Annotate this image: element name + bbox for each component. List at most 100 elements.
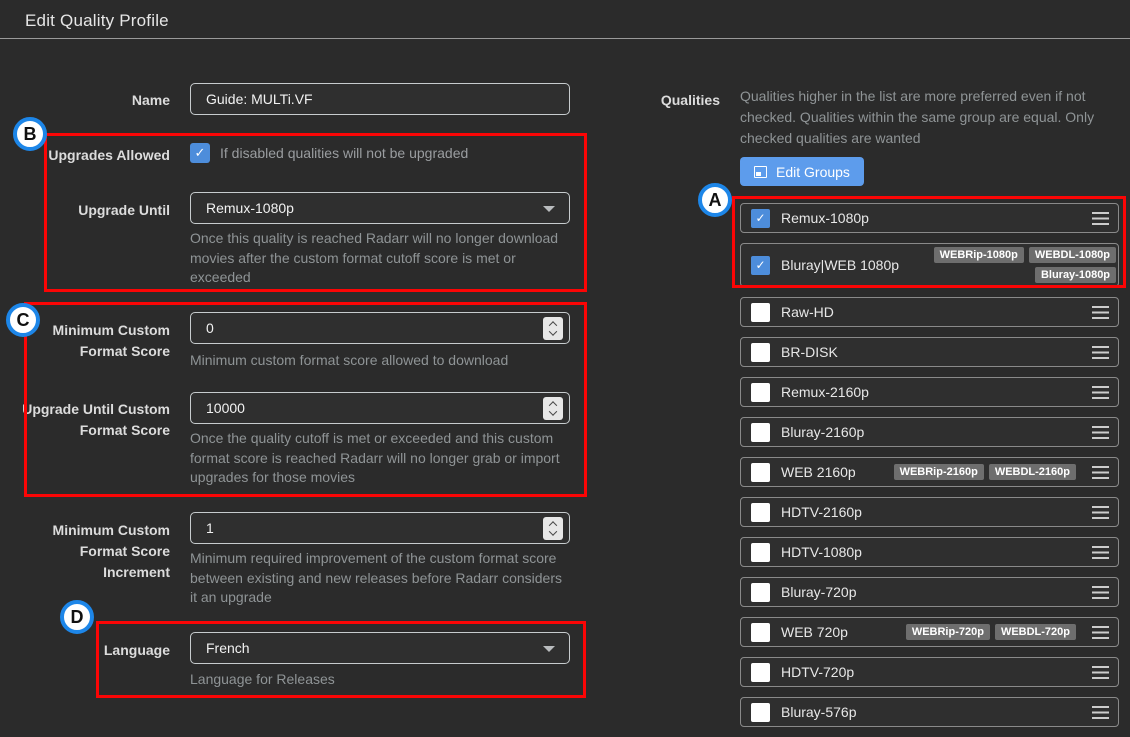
- quality-badge: WEBDL-1080p: [1029, 247, 1116, 263]
- upgrades-allowed-help: If disabled qualities will not be upgrad…: [220, 145, 468, 161]
- annotation-circle-a: A: [698, 183, 732, 217]
- quality-checkbox[interactable]: [751, 423, 770, 442]
- drag-handle-icon[interactable]: [1092, 626, 1109, 639]
- quality-label: Bluray|WEB 1080p: [781, 257, 899, 273]
- language-select[interactable]: French: [190, 632, 570, 664]
- drag-handle-icon[interactable]: [1092, 212, 1109, 225]
- quality-item[interactable]: HDTV-2160p: [740, 497, 1119, 527]
- quality-badge: WEBDL-2160p: [989, 464, 1076, 480]
- quality-checkbox[interactable]: [751, 583, 770, 602]
- checkmark-icon: ✓: [195, 145, 206, 161]
- quality-checkbox[interactable]: ✓: [751, 256, 770, 275]
- drag-handle-icon[interactable]: [1092, 506, 1109, 519]
- drag-handle-icon[interactable]: [1092, 586, 1109, 599]
- drag-handle-icon[interactable]: [1092, 346, 1109, 359]
- stepper-down-icon[interactable]: [549, 527, 557, 535]
- upgrades-allowed-checkbox[interactable]: ✓: [190, 143, 210, 163]
- drag-handle-icon[interactable]: [1092, 666, 1109, 679]
- upgrade-until-cf-help: Once the quality cutoff is met or exceed…: [190, 429, 570, 488]
- upgrade-until-cf-value: 10000: [206, 400, 245, 416]
- number-stepper[interactable]: [543, 517, 563, 540]
- quality-item[interactable]: Remux-2160p: [740, 377, 1119, 407]
- min-cf-score-value: 0: [206, 320, 214, 336]
- drag-handle-icon[interactable]: [1092, 426, 1109, 439]
- min-cf-score-help: Minimum custom format score allowed to d…: [190, 351, 570, 371]
- quality-label: WEB 720p: [781, 624, 895, 640]
- quality-checkbox[interactable]: [751, 623, 770, 642]
- upgrade-until-help: Once this quality is reached Radarr will…: [190, 229, 570, 288]
- quality-label: WEB 2160p: [781, 464, 883, 480]
- upgrade-until-cf-label: Upgrade Until Custom Format Score: [20, 399, 170, 441]
- quality-badges: WEBRip-1080p WEBDL-1080p Bluray-1080p: [910, 247, 1116, 283]
- quality-checkbox[interactable]: [751, 343, 770, 362]
- quality-label: HDTV-1080p: [781, 544, 1081, 560]
- upgrade-until-cf-input[interactable]: 10000: [190, 392, 570, 424]
- quality-label: HDTV-720p: [781, 664, 1081, 680]
- quality-badge: WEBRip-720p: [906, 624, 990, 640]
- quality-checkbox[interactable]: [751, 303, 770, 322]
- language-label: Language: [20, 640, 170, 661]
- quality-label: BR-DISK: [781, 344, 1081, 360]
- quality-item[interactable]: HDTV-1080p: [740, 537, 1119, 567]
- quality-checkbox[interactable]: [751, 463, 770, 482]
- quality-badges: WEBRip-720pWEBDL-720p: [906, 624, 1076, 640]
- qualities-label: Qualities: [620, 92, 720, 108]
- quality-list: ✓ Remux-1080p ✓ Bluray|WEB 1080p WEBRip-1080…: [740, 203, 1119, 737]
- object-group-icon: [754, 166, 767, 178]
- drag-handle-icon[interactable]: [1092, 466, 1109, 479]
- quality-label: Remux-1080p: [781, 210, 1081, 226]
- qualities-help: Qualities higher in the list are more pr…: [740, 86, 1112, 149]
- quality-checkbox[interactable]: [751, 503, 770, 522]
- min-cf-increment-help: Minimum required improvement of the cust…: [190, 549, 570, 608]
- name-label: Name: [20, 90, 170, 111]
- language-help: Language for Releases: [190, 670, 570, 690]
- name-input[interactable]: Guide: MULTi.VF: [190, 83, 570, 115]
- quality-checkbox[interactable]: ✓: [751, 209, 770, 228]
- upgrade-until-value: Remux-1080p: [206, 200, 294, 216]
- quality-checkbox[interactable]: [751, 703, 770, 722]
- quality-item[interactable]: Bluray-720p: [740, 577, 1119, 607]
- quality-item[interactable]: WEB 720p WEBRip-720pWEBDL-720p: [740, 617, 1119, 647]
- quality-item[interactable]: HDTV-720p: [740, 657, 1119, 687]
- chevron-down-icon: [543, 206, 555, 212]
- min-cf-increment-value: 1: [206, 520, 214, 536]
- quality-label: Bluray-2160p: [781, 424, 1081, 440]
- number-stepper[interactable]: [543, 397, 563, 420]
- language-value: French: [206, 640, 250, 656]
- min-cf-increment-input[interactable]: 1: [190, 512, 570, 544]
- quality-label: Bluray-720p: [781, 584, 1081, 600]
- quality-item[interactable]: BR-DISK: [740, 337, 1119, 367]
- upgrade-until-label: Upgrade Until: [20, 200, 170, 221]
- quality-label: Bluray-576p: [781, 704, 1081, 720]
- quality-checkbox[interactable]: [751, 383, 770, 402]
- drag-handle-icon[interactable]: [1092, 546, 1109, 559]
- stepper-down-icon[interactable]: [549, 407, 557, 415]
- quality-badge: WEBRip-1080p: [934, 247, 1024, 263]
- drag-handle-icon[interactable]: [1092, 706, 1109, 719]
- min-cf-increment-label: Minimum Custom Format Score Increment: [20, 520, 170, 583]
- upgrades-allowed-label: Upgrades Allowed: [20, 145, 170, 166]
- page-title: Edit Quality Profile: [25, 11, 169, 31]
- quality-item[interactable]: Bluray-576p: [740, 697, 1119, 727]
- number-stepper[interactable]: [543, 317, 563, 340]
- drag-handle-icon[interactable]: [1092, 386, 1109, 399]
- quality-checkbox[interactable]: [751, 663, 770, 682]
- quality-badges: WEBRip-2160p WEBDL-2160p: [894, 464, 1076, 480]
- upgrade-until-select[interactable]: Remux-1080p: [190, 192, 570, 224]
- edit-groups-label: Edit Groups: [776, 164, 850, 180]
- quality-badge: WEBRip-2160p: [894, 464, 984, 480]
- quality-badge: Bluray-1080p: [1035, 267, 1116, 283]
- quality-item[interactable]: Raw-HD: [740, 297, 1119, 327]
- quality-item[interactable]: ✓ Remux-1080p: [740, 203, 1119, 233]
- chevron-down-icon: [543, 646, 555, 652]
- quality-item[interactable]: WEB 2160p WEBRip-2160p WEBDL-2160p: [740, 457, 1119, 487]
- quality-item[interactable]: ✓ Bluray|WEB 1080p WEBRip-1080p WEBDL-1080p…: [740, 243, 1119, 287]
- min-cf-score-input[interactable]: 0: [190, 312, 570, 344]
- quality-checkbox[interactable]: [751, 543, 770, 562]
- quality-item[interactable]: Bluray-2160p: [740, 417, 1119, 447]
- stepper-down-icon[interactable]: [549, 327, 557, 335]
- drag-handle-icon[interactable]: [1092, 306, 1109, 319]
- annotation-circle-c: C: [6, 303, 40, 337]
- annotation-circle-b: B: [13, 117, 47, 151]
- edit-groups-button[interactable]: Edit Groups: [740, 157, 864, 186]
